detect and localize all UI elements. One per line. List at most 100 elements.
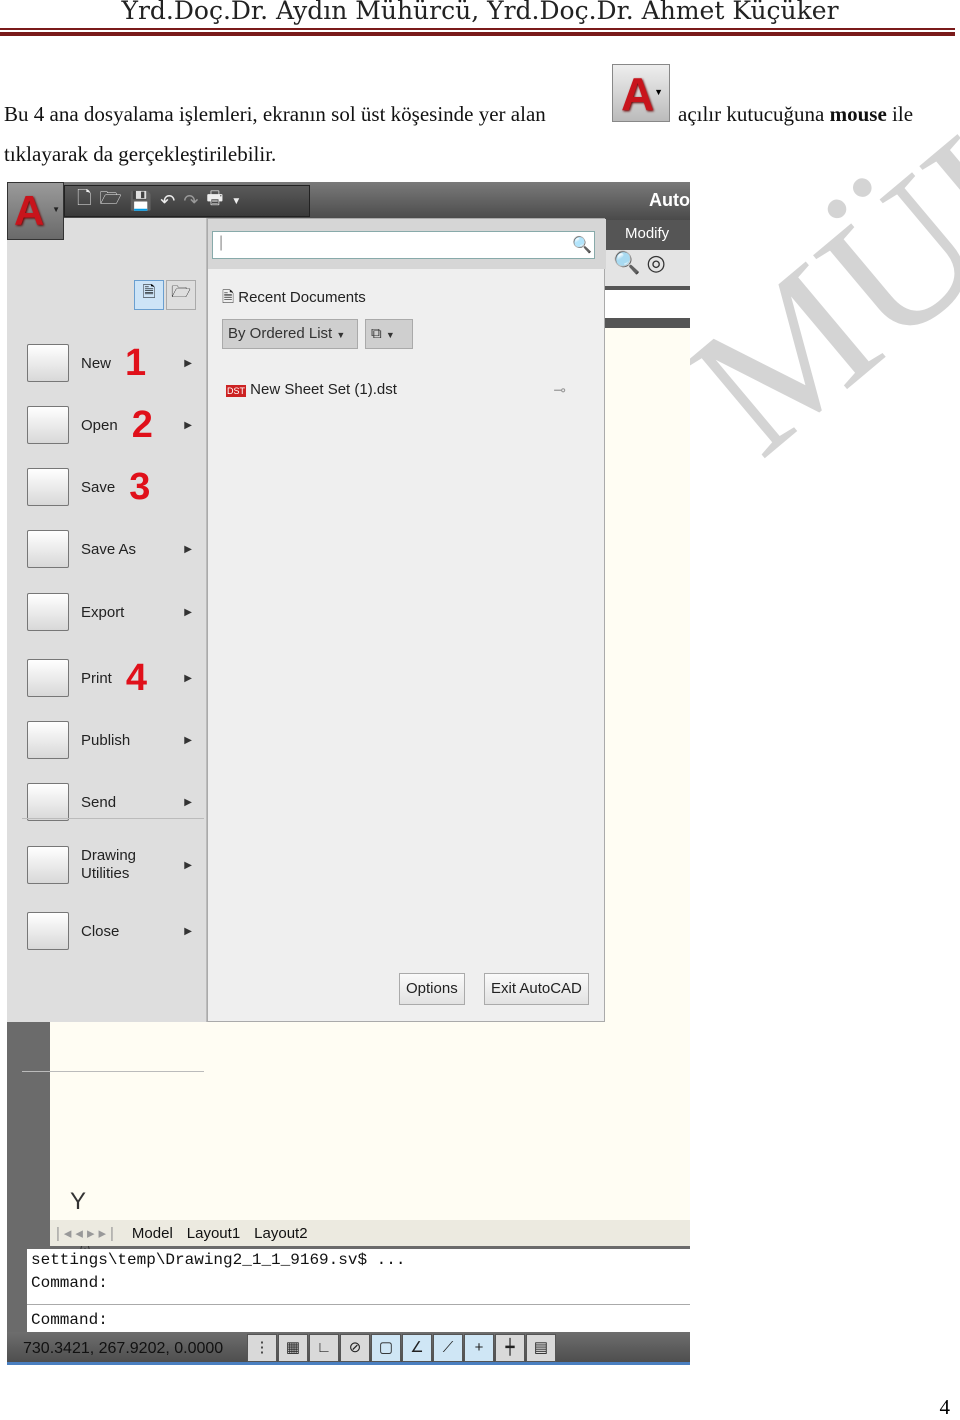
text: açılır kutucuğuna (678, 102, 825, 126)
menu-item-label: Drawing Utilities (81, 847, 137, 882)
layout-tabs: |◂◂▸▸| Model Layout1 Layout2 (50, 1220, 690, 1246)
menu-item-label: New (81, 354, 112, 372)
osnap-icon[interactable]: ▢ (371, 1334, 401, 1362)
view-dropdown[interactable]: ⧉ ▼ (365, 319, 413, 349)
save-icon[interactable]: 💾 (130, 191, 152, 212)
submenu-arrow-icon: ▶ (184, 859, 192, 871)
autocad-logo-icon: A (621, 68, 655, 120)
chevron-down-icon: ▼ (385, 330, 395, 340)
menu-item-close[interactable]: Close ▶ (27, 903, 202, 959)
printer-icon (27, 659, 69, 697)
page-number: 4 (939, 1395, 951, 1419)
autocad-logo-icon: A (14, 187, 45, 234)
menu-item-send[interactable]: Send ▶ (27, 774, 202, 830)
ribbon-tools: 🔍 ◎ (605, 250, 690, 286)
menu-item-label: Open (81, 416, 118, 434)
submenu-arrow-icon: ▶ (184, 606, 192, 618)
recent-documents-icon: 🗎 (222, 289, 239, 306)
open-documents-icon[interactable]: 🗁 (166, 280, 196, 310)
submenu-arrow-icon: ▶ (184, 734, 192, 746)
recent-file-item[interactable]: DST New Sheet Set (1).dst ⊸ (226, 381, 576, 399)
menu-item-publish[interactable]: Publish ▶ (27, 712, 202, 768)
ucs-y-label: Y (70, 1188, 87, 1215)
page-header: Yrd.Doç.Dr. Aydın Mühürcü, Yrd.Doç.Dr. A… (121, 0, 839, 25)
bold-text: mouse (829, 102, 887, 126)
status-bar: 730.3421, 267.9202, 0.0000 ⋮ ▦ ∟ ⊘ ▢ ∠ ⟋… (7, 1332, 690, 1365)
open-folder-icon (27, 406, 69, 444)
step-number: 1 (125, 342, 147, 384)
ribbon-tab-modify[interactable]: Modify (625, 225, 669, 242)
menu-item-label: Export (81, 603, 125, 621)
search-bar: | 🔍 (208, 219, 606, 269)
menu-item-open[interactable]: Open 2 ▶ (27, 397, 202, 453)
search-icon[interactable]: 🔍 (572, 235, 592, 255)
publish-icon (27, 721, 69, 759)
zoom-icon[interactable]: 🔍 (613, 250, 640, 275)
step-number: 2 (131, 404, 153, 446)
dst-file-icon: DST (226, 385, 246, 397)
menu-item-save-as[interactable]: Save As ▶ (27, 521, 202, 577)
ducs-icon[interactable]: ⟋ (433, 1334, 463, 1362)
close-icon (27, 912, 69, 950)
command-window[interactable]: settings\temp\Drawing2_1_1_9169.sv$ ... … (27, 1249, 690, 1332)
tab-model[interactable]: Model (132, 1225, 173, 1242)
search-input[interactable]: | (212, 231, 595, 259)
undo-icon[interactable]: ↶ (160, 191, 175, 212)
step-number: 4 (125, 657, 147, 699)
header-rule (0, 28, 955, 30)
grid-icon[interactable]: ▦ (278, 1334, 308, 1362)
lineweight-icon[interactable]: ┿ (495, 1334, 525, 1362)
tab-layout2[interactable]: Layout2 (254, 1225, 307, 1242)
menu-item-drawing-utilities[interactable]: Drawing Utilities ▶ (27, 837, 202, 893)
recent-documents-icon[interactable]: 🗎 (134, 280, 164, 310)
dropdown-value: By Ordered List (228, 325, 333, 342)
paragraph-line1-before: Bu 4 ana dosyalama işlemleri, ekranın so… (4, 102, 546, 126)
application-menu-right: | 🔍 🗎 Recent Documents By Ordered List ▼… (207, 218, 606, 1022)
menu-item-print[interactable]: Print 4 ▶ (27, 650, 202, 706)
menu-item-label: Save As (81, 540, 137, 558)
menu-item-label: Print (81, 669, 112, 687)
dyn-icon[interactable]: + (464, 1334, 494, 1362)
command-prompt[interactable]: Command: (31, 1311, 108, 1329)
application-menu-left: 🗎 🗁 New 1 ▶ Open 2 ▶ Save 3 Save As ▶ Export ▶ Print… (7, 218, 207, 1072)
autocad-screenshot: Auto A▼ 🗋🗁💾↶↷🖶▼ Modify 🔍 ◎ Y X 🗎 🗁 New1▶… (7, 182, 690, 1365)
send-icon (27, 783, 69, 821)
print-icon[interactable]: 🖶 (206, 186, 223, 216)
exit-autocad-button[interactable]: Exit AutoCAD (484, 973, 589, 1005)
submenu-arrow-icon: ▶ (184, 543, 192, 555)
otrack-icon[interactable]: ∠ (402, 1334, 432, 1362)
pin-icon[interactable]: ⊸ (553, 381, 566, 399)
save-as-icon (27, 530, 69, 568)
new-icon[interactable]: 🗋 (77, 186, 91, 216)
command-history-line: Command: (31, 1274, 108, 1292)
chevron-down-icon[interactable]: ▼ (231, 196, 241, 207)
menu-item-label: Send (81, 793, 117, 811)
redo-icon[interactable]: ↷ (183, 191, 198, 212)
application-menu-button[interactable]: A ▼ (7, 182, 64, 240)
sort-dropdown[interactable]: By Ordered List ▼ (222, 319, 358, 349)
dropdown-arrow-icon: ▼ (654, 87, 663, 97)
quick-properties-icon[interactable]: ▤ (526, 1334, 556, 1362)
submenu-arrow-icon: ▶ (184, 419, 192, 431)
command-history-line: settings\temp\Drawing2_1_1_9169.sv$ ... (31, 1251, 406, 1269)
coordinates-readout: 730.3421, 267.9202, 0.0000 (23, 1340, 224, 1357)
options-button[interactable]: Options (399, 973, 465, 1005)
open-icon[interactable]: 🗁 (99, 186, 121, 216)
polar-icon[interactable]: ⊘ (340, 1334, 370, 1362)
menu-item-new[interactable]: New 1 ▶ (27, 335, 202, 391)
zoom-window-icon[interactable]: ◎ (647, 250, 666, 275)
submenu-arrow-icon: ▶ (184, 672, 192, 684)
autocad-app-button-image: A ▼ (612, 64, 670, 122)
header-rule-thick (0, 32, 955, 36)
tab-navigation-arrows[interactable]: |◂◂▸▸| (56, 1224, 118, 1242)
ortho-icon[interactable]: ∟ (309, 1334, 339, 1362)
infer-constraints-icon[interactable]: ⋮ (247, 1334, 277, 1362)
divider (27, 1304, 690, 1305)
tab-layout1[interactable]: Layout1 (187, 1225, 240, 1242)
step-number: 3 (129, 466, 151, 508)
submenu-arrow-icon: ▶ (184, 925, 192, 937)
utilities-icon (27, 846, 69, 884)
menu-item-save[interactable]: Save 3 (27, 459, 202, 515)
menu-item-export[interactable]: Export ▶ (27, 584, 202, 640)
file-name: New Sheet Set (1).dst (250, 381, 397, 398)
